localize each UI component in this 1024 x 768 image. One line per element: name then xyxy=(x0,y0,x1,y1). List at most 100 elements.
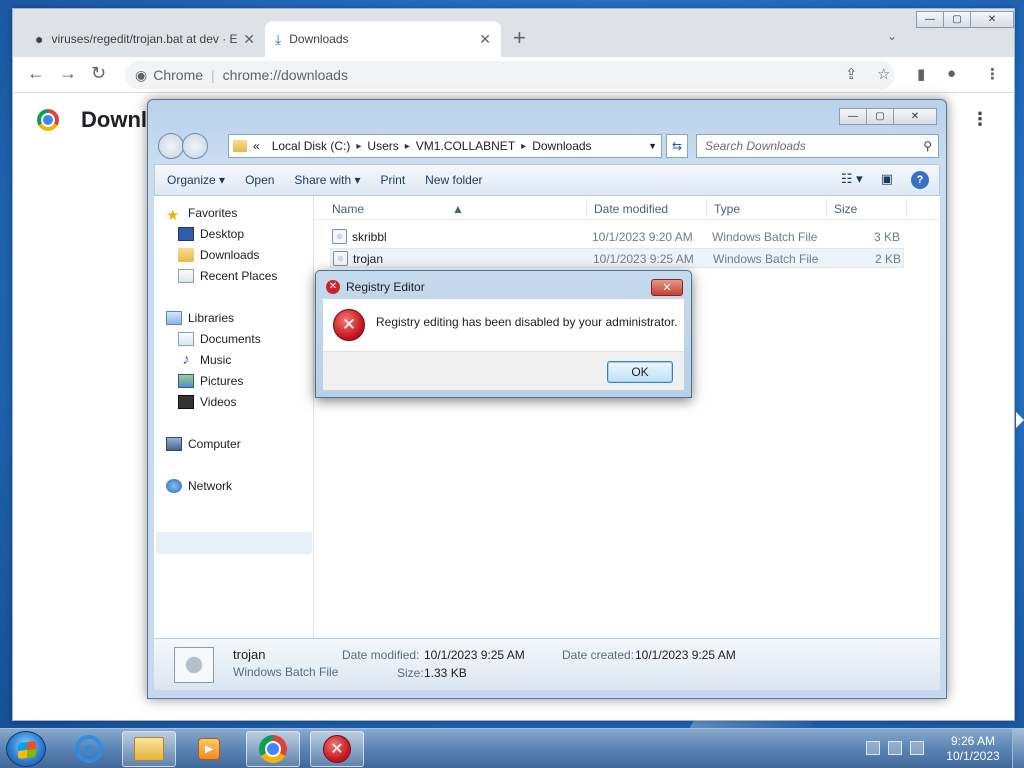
maximize-button[interactable]: ▢ xyxy=(866,108,894,125)
file-row-selected[interactable]: trojan 10/1/2023 9:25 AM Windows Batch F… xyxy=(330,248,904,268)
internet-explorer-icon: e xyxy=(75,735,103,763)
column-header-date[interactable]: Date modified xyxy=(594,202,668,216)
nav-item-network[interactable]: Network xyxy=(166,479,232,493)
search-placeholder: Search Downloads xyxy=(705,139,806,153)
breadcrumb-overflow[interactable]: « xyxy=(253,139,260,153)
omnibox-url[interactable]: chrome://downloads xyxy=(223,67,348,83)
downloads-menu-icon[interactable]: ⋮ xyxy=(971,109,989,130)
file-name: trojan xyxy=(353,252,384,266)
search-input[interactable]: Search Downloads ⚲ xyxy=(696,134,939,158)
open-button[interactable]: Open xyxy=(245,173,274,187)
nav-item-videos[interactable]: Videos xyxy=(178,395,236,409)
back-arrow-icon[interactable]: ← xyxy=(27,63,45,84)
chrome-menu-icon[interactable]: ⋮ xyxy=(985,65,1000,83)
clock-date: 10/1/2023 xyxy=(946,749,1000,763)
tab-github[interactable]: ● viruses/regedit/trojan.bat at dev · E … xyxy=(25,21,265,57)
minimize-button[interactable]: — xyxy=(916,11,944,28)
nav-item-libraries[interactable]: Libraries xyxy=(166,311,234,325)
nav-item-recent-places[interactable]: Recent Places xyxy=(178,269,277,283)
file-date: 10/1/2023 9:20 AM xyxy=(592,230,693,244)
breadcrumb-arrow-icon[interactable]: ▸ xyxy=(356,141,361,152)
search-icon[interactable]: ⚲ xyxy=(923,139,932,153)
tab-close-icon[interactable]: ✕ xyxy=(479,31,491,48)
error-icon: ✕ xyxy=(333,309,365,341)
nav-label: Network xyxy=(188,479,233,493)
address-dropdown-icon[interactable]: ▼ xyxy=(648,141,657,151)
mouse-cursor xyxy=(1016,412,1024,428)
column-headers: ▲ Name Date modified Type Size xyxy=(314,196,940,220)
nav-item-favorites[interactable]: ★ Favorites xyxy=(166,206,237,224)
nav-item-computer[interactable]: Computer xyxy=(166,437,241,451)
dialog-footer: OK xyxy=(323,351,684,390)
file-row[interactable]: skribbl 10/1/2023 9:20 AM Windows Batch … xyxy=(330,227,904,247)
action-center-flag-icon[interactable] xyxy=(866,741,880,755)
omnibox[interactable]: ◉ Chrome | chrome://downloads xyxy=(125,61,895,89)
column-header-type[interactable]: Type xyxy=(714,202,740,216)
breadcrumb-arrow-icon[interactable]: ▸ xyxy=(521,141,526,152)
nav-item-pictures[interactable]: Pictures xyxy=(178,374,243,388)
print-button[interactable]: Print xyxy=(380,173,405,187)
chrome-icon xyxy=(259,735,287,763)
taskbar-registry-error[interactable]: ✕ xyxy=(310,731,364,767)
dialog-title: Registry Editor xyxy=(346,280,425,294)
share-with-button[interactable]: Share with ▾ xyxy=(294,173,360,187)
breadcrumb-item[interactable]: Local Disk (C:) xyxy=(272,139,351,153)
address-bar[interactable]: « Local Disk (C:) ▸ Users ▸ VM1.COLLABNE… xyxy=(228,134,662,158)
tab-search-icon[interactable]: ⌄ xyxy=(887,29,897,43)
view-options-icon[interactable]: ☷ ▾ xyxy=(841,171,863,189)
column-divider[interactable] xyxy=(706,198,707,218)
folder-icon xyxy=(233,140,247,152)
column-header-name[interactable]: Name xyxy=(332,202,364,216)
side-panel-icon[interactable]: ▮ xyxy=(917,65,925,83)
bookmark-star-icon[interactable]: ☆ xyxy=(877,65,890,83)
dialog-close-button[interactable]: ✕ xyxy=(651,279,683,296)
help-icon[interactable]: ? xyxy=(911,171,929,189)
breadcrumb-arrow-icon[interactable]: ▸ xyxy=(405,141,410,152)
new-tab-button[interactable]: + xyxy=(513,25,526,51)
start-button[interactable] xyxy=(6,731,46,767)
forward-button[interactable] xyxy=(182,133,208,159)
computer-icon xyxy=(166,437,182,451)
maximize-button[interactable]: ▢ xyxy=(943,11,971,28)
nav-item-desktop[interactable]: Desktop xyxy=(178,227,244,241)
tab-close-icon[interactable]: ✕ xyxy=(243,31,255,48)
back-button[interactable] xyxy=(158,133,184,159)
column-divider[interactable] xyxy=(906,198,907,218)
refresh-icon[interactable]: ⇆ xyxy=(666,134,688,158)
taskbar-chrome[interactable] xyxy=(246,731,300,767)
sort-caret-icon: ▲ xyxy=(452,202,464,216)
profile-avatar[interactable]: ● xyxy=(947,65,956,82)
breadcrumb-item[interactable]: VM1.COLLABNET xyxy=(416,139,515,153)
taskbar-explorer[interactable] xyxy=(122,731,176,767)
nav-item-documents[interactable]: Documents xyxy=(178,332,261,346)
new-folder-button[interactable]: New folder xyxy=(425,173,482,187)
show-desktop-button[interactable] xyxy=(1012,729,1024,768)
taskbar-internet-explorer[interactable]: e xyxy=(62,731,116,767)
ok-button[interactable]: OK xyxy=(607,361,673,383)
close-button[interactable]: ✕ xyxy=(970,11,1014,28)
details-modified-value: 10/1/2023 9:25 AM xyxy=(424,648,525,662)
share-icon[interactable]: ⇪ xyxy=(845,65,858,83)
file-size: 2 KB xyxy=(875,252,902,266)
organize-button[interactable]: Organize ▾ xyxy=(167,173,225,187)
file-type: Windows Batch File xyxy=(713,252,819,266)
breadcrumb-item[interactable]: Users xyxy=(367,139,398,153)
minimize-button[interactable]: — xyxy=(839,108,867,125)
taskbar-media-player[interactable]: ▶ xyxy=(182,731,236,767)
column-divider[interactable] xyxy=(826,198,827,218)
column-header-size[interactable]: Size xyxy=(834,202,857,216)
preview-pane-icon[interactable]: ▣ xyxy=(881,171,893,189)
forward-arrow-icon[interactable]: → xyxy=(59,63,77,84)
column-divider[interactable] xyxy=(586,198,587,218)
reload-icon[interactable]: ↻ xyxy=(91,63,106,84)
clock[interactable]: 9:26 AM 10/1/2023 xyxy=(940,734,1006,764)
details-size-label: Size: xyxy=(397,666,424,680)
nav-item-music[interactable]: ♪ Music xyxy=(178,352,231,367)
file-size: 3 KB xyxy=(874,230,901,244)
network-icon[interactable] xyxy=(888,741,902,755)
close-button[interactable]: ✕ xyxy=(893,108,937,125)
tab-downloads[interactable]: ⤓ Downloads ✕ xyxy=(265,21,501,57)
nav-item-downloads[interactable]: Downloads xyxy=(178,248,259,262)
breadcrumb-item[interactable]: Downloads xyxy=(532,139,591,153)
volume-muted-icon[interactable] xyxy=(910,741,924,755)
